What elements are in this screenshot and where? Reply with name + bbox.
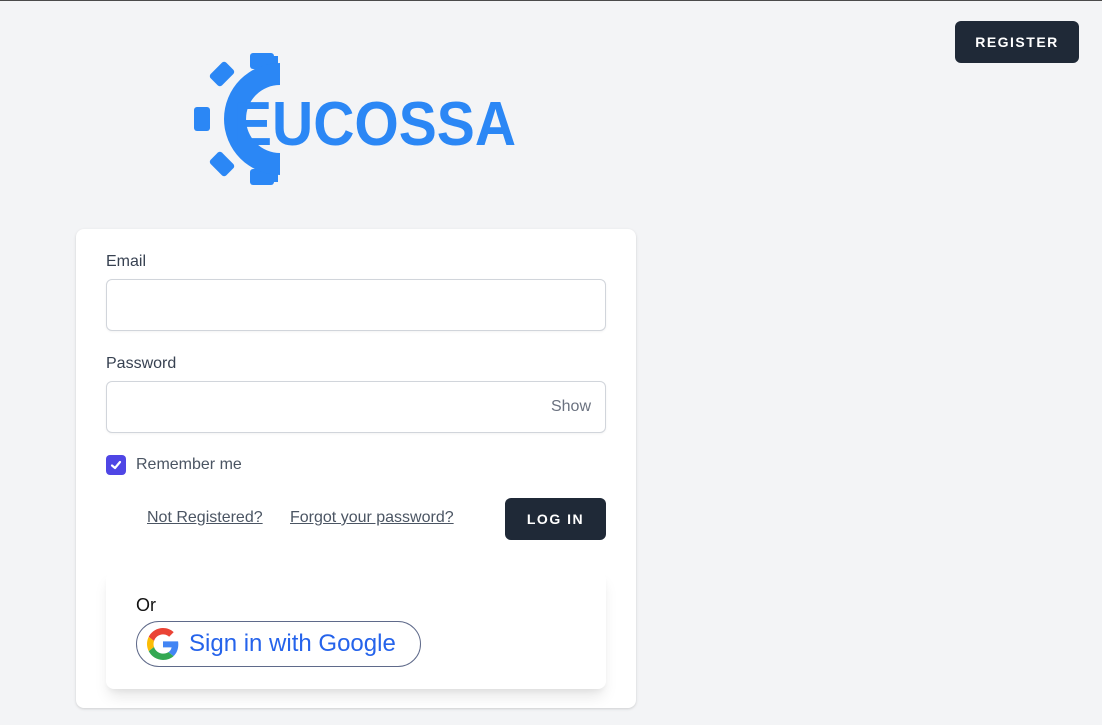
- logo-text: EUCOSSA: [234, 90, 516, 159]
- show-password-toggle[interactable]: Show: [551, 382, 591, 432]
- checkmark-icon: [110, 460, 122, 470]
- password-field-wrapper: Show: [106, 381, 606, 433]
- or-divider-text: Or: [136, 595, 156, 615]
- register-button[interactable]: REGISTER: [955, 21, 1079, 63]
- email-label: Email: [106, 253, 147, 270]
- password-field[interactable]: [107, 382, 605, 432]
- not-registered-link[interactable]: Not Registered?: [147, 509, 263, 527]
- email-field-wrapper: [106, 279, 606, 331]
- forgot-password-link[interactable]: Forgot your password?: [290, 509, 454, 527]
- remember-me-label: Remember me: [136, 456, 242, 473]
- eucossa-logo: EUCOSSA: [194, 53, 524, 185]
- google-g-icon: [147, 628, 179, 660]
- google-sign-in-label: Sign in with Google: [189, 630, 396, 657]
- alternative-login-panel: Or Sign in with Google: [106, 571, 606, 689]
- remember-me-checkbox[interactable]: [106, 455, 126, 475]
- google-sign-in-button[interactable]: Sign in with Google: [136, 621, 421, 667]
- email-field[interactable]: [107, 280, 605, 330]
- remember-me-row: Remember me: [106, 455, 242, 475]
- password-label: Password: [106, 355, 177, 372]
- login-button[interactable]: LOG IN: [505, 498, 606, 540]
- login-card: Email Password Show Remember me Not Regi…: [76, 229, 636, 708]
